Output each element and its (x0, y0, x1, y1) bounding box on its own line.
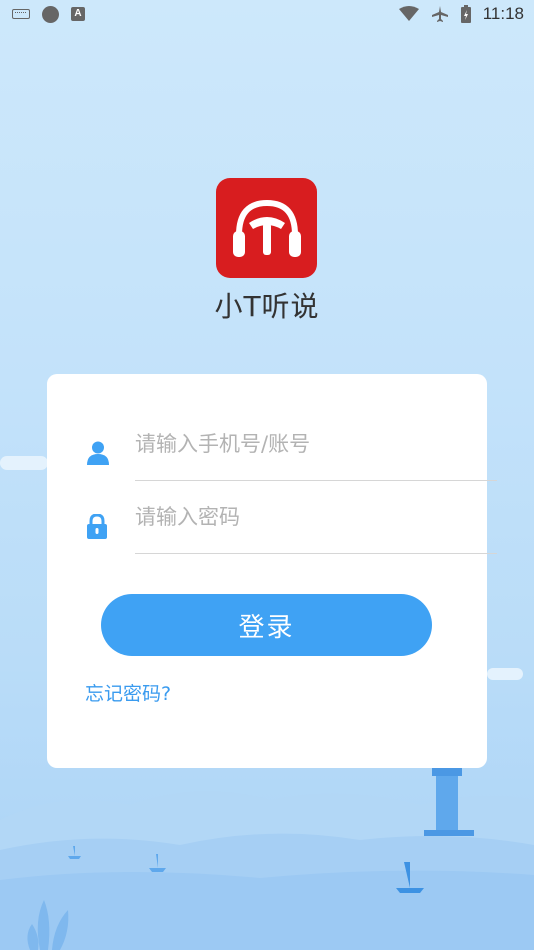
battery-charging-icon (460, 5, 471, 23)
app-name: 小T听说 (214, 290, 320, 323)
user-icon (87, 441, 109, 469)
app-logo-icon (216, 178, 317, 278)
account-field (87, 407, 497, 481)
status-bar: A 11:18 (0, 0, 534, 28)
ocean-scenery (0, 760, 534, 950)
account-input[interactable] (135, 407, 497, 481)
headphones-t-icon (232, 199, 301, 257)
airplane-icon (431, 5, 449, 23)
keyboard-icon (12, 9, 30, 19)
a-icon: A (71, 7, 85, 21)
status-time: 11:18 (482, 4, 524, 23)
login-card: 登录 忘记密码? (47, 374, 497, 768)
circle-icon (42, 5, 59, 23)
lock-icon (87, 513, 107, 543)
forgot-password-link[interactable]: 忘记密码? (85, 679, 171, 706)
wifi-icon (398, 6, 419, 22)
password-field (87, 480, 497, 554)
login-button[interactable]: 登录 (101, 594, 432, 656)
password-input[interactable] (135, 480, 497, 554)
cloud-left (0, 456, 48, 470)
cloud-right (487, 668, 523, 680)
status-left: A (12, 5, 85, 23)
status-right: 11:18 (398, 4, 524, 24)
